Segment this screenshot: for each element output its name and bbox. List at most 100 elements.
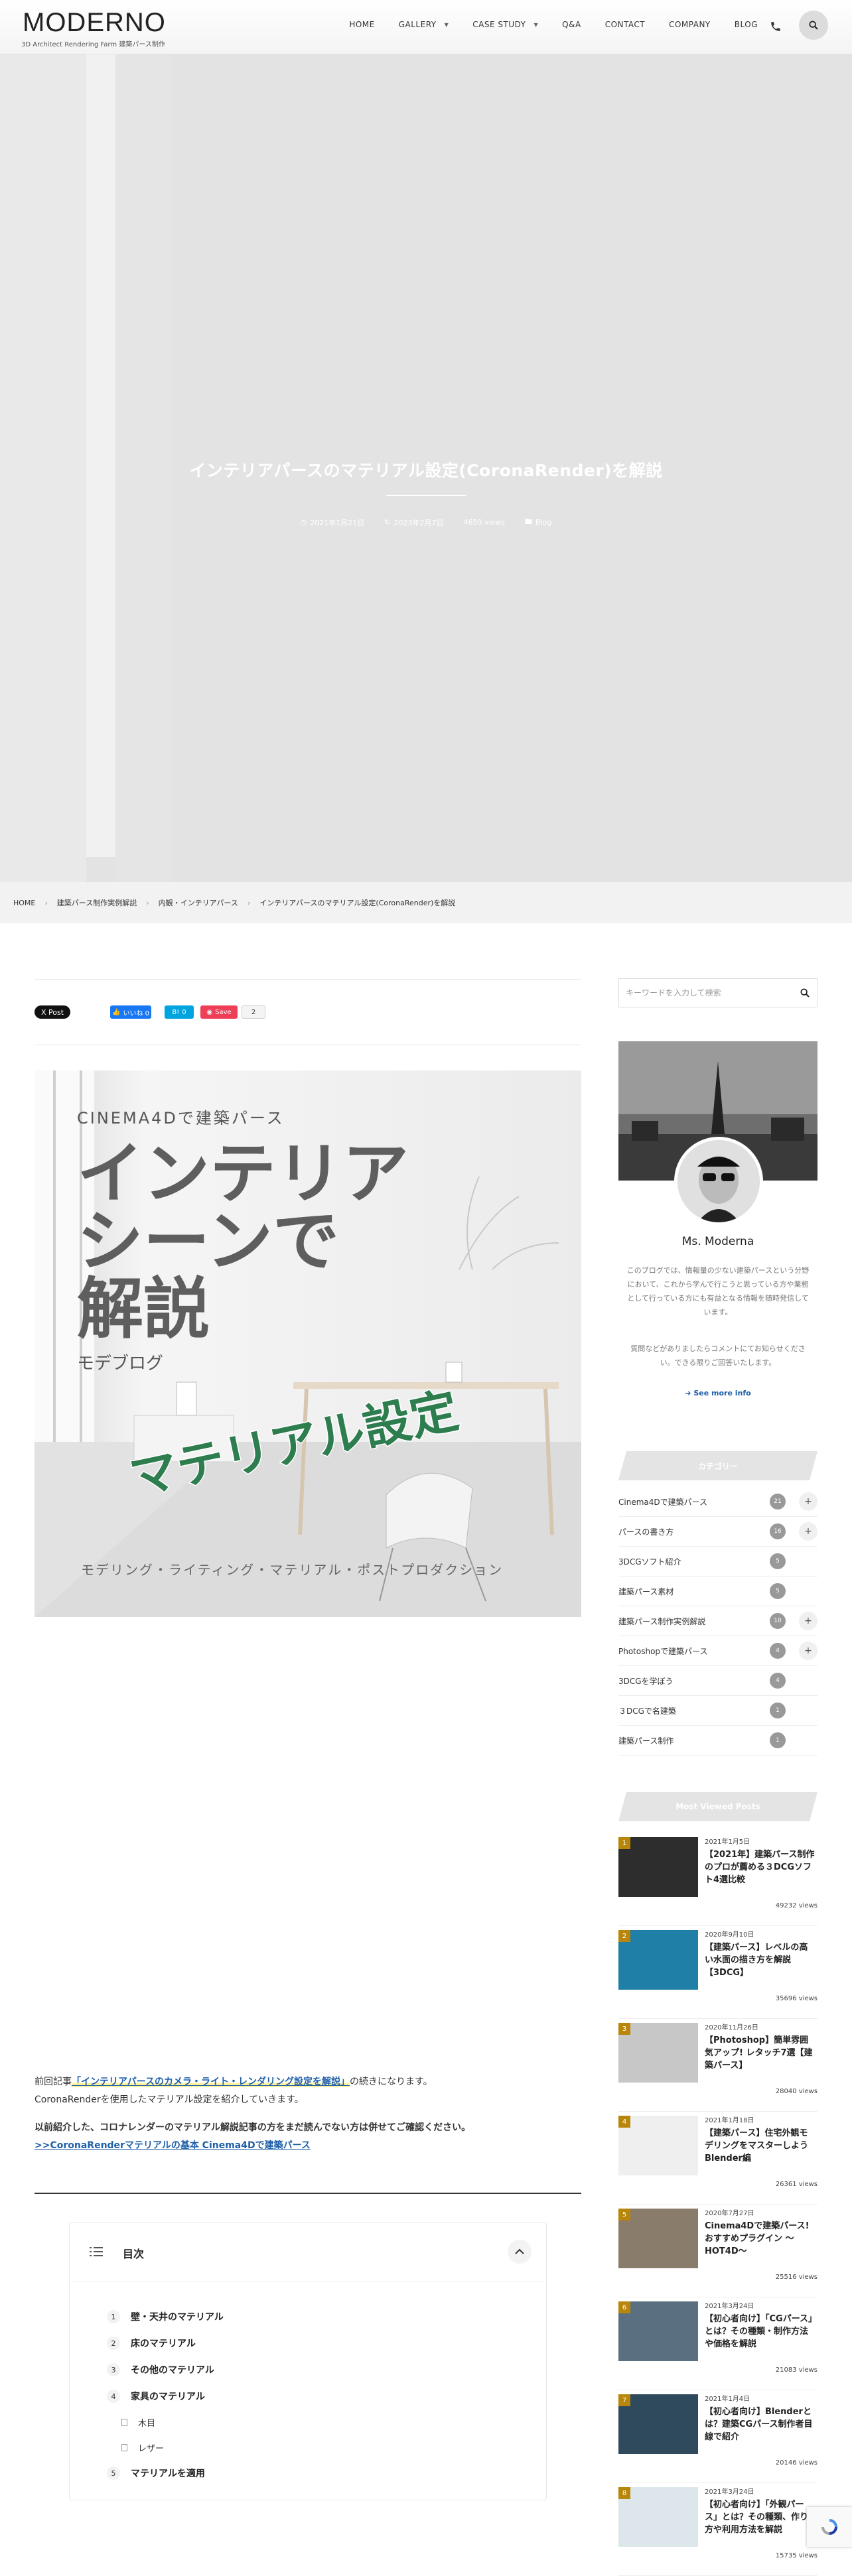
toc-item-label: その他のマテリアル <box>131 2365 214 2376</box>
section-divider <box>35 2193 581 2194</box>
post-title: インテリアパースのマテリアル設定(CoronaRender)を解説 <box>189 461 663 480</box>
pocket-save-button[interactable]: ◉ Save <box>200 1005 238 1019</box>
popular-post-thumbnail[interactable]: 4 <box>618 2116 698 2175</box>
nav-gallery[interactable]: GALLERY ▼ <box>387 20 461 29</box>
nav-case-study[interactable]: CASE STUDY ▼ <box>461 20 550 29</box>
popular-post-title[interactable]: 【初心者向け】「CGパース」とは？その種類・制作方法や価格を解説 <box>705 2313 816 2351</box>
search-icon[interactable] <box>800 988 810 998</box>
popular-post-thumbnail[interactable]: 2 <box>618 1930 698 1990</box>
updated-date-text: 2023年2月7日 <box>393 518 444 527</box>
category-count: 21 <box>770 1494 786 1510</box>
popular-post[interactable]: 8 2021年3月24日 【初心者向け】「外観パース」とは？その種類、作り方や利用方… <box>618 2483 817 2576</box>
popular-post[interactable]: 3 2020年11月26日 【Photoshop】簡単雰囲気アップ! レタッチ7選【… <box>618 2019 817 2112</box>
see-more-label: See more info <box>693 1389 751 1397</box>
toc-subitem[interactable]: レザー <box>121 2435 224 2460</box>
breadcrumb-item[interactable]: 内観・インテリアパース <box>159 897 238 908</box>
toc-item[interactable]: 4 家具のマテリアル <box>107 2383 224 2410</box>
category-count: 4 <box>770 1673 786 1689</box>
see-more-link[interactable]: ➜ See more info <box>618 1389 817 1397</box>
eyecatch-sub: モデブログ <box>77 1354 163 1374</box>
popular-post-thumbnail[interactable]: 7 <box>618 2394 698 2454</box>
popular-post-date: 2020年9月10日 <box>705 1931 754 1939</box>
nav-company[interactable]: COMPANY <box>657 20 723 29</box>
breadcrumb-item[interactable]: 建築パース制作実例解説 <box>57 897 137 908</box>
previous-article-link[interactable]: 「インテリアパースのカメラ・ライト・レンダリング設定を解説」 <box>72 2077 350 2087</box>
popular-post-thumbnail[interactable]: 5 <box>618 2209 698 2268</box>
chevron-up-icon <box>515 2248 524 2254</box>
nav-contact[interactable]: CONTACT <box>593 20 657 29</box>
popular-post-title[interactable]: 【2021年】建築パース制作のプロが薦める３DCGソフト4選比較 <box>705 1849 816 1887</box>
header-search-button[interactable] <box>799 11 828 40</box>
popular-post[interactable]: 5 2020年7月27日 Cinema4Dで建築パース! おすすめプラグイン 〜HO… <box>618 2205 817 2297</box>
popular-post[interactable]: 2 2020年9月10日 【建築パース】レベルの高い水面の描き方を解説【3DCG】 3… <box>618 1926 817 2019</box>
updated-date: ↻ 2023年2月7日 <box>384 516 443 529</box>
toc-item[interactable]: 3 その他のマテリアル <box>107 2356 224 2383</box>
toc-item-label: マテリアルを適用 <box>131 2469 205 2479</box>
toc-collapse-button[interactable] <box>508 2240 532 2264</box>
popular-post[interactable]: 7 2021年1月4日 【初心者向け】Blenderとは？建築CGパース制作者目線で… <box>618 2390 817 2483</box>
rank-badge: 5 <box>618 2209 630 2221</box>
hatena-bookmark-button[interactable]: B! 0 <box>165 1005 194 1019</box>
intro-text: 以前紹介した、コロナレンダーのマテリアル解説記事の方をまだ読んでない方は併せてご… <box>35 2122 471 2133</box>
category-item[interactable]: Cinema4Dで建築パース 21 + <box>618 1487 817 1517</box>
expand-plus-icon[interactable]: + <box>799 1612 817 1630</box>
category-item[interactable]: 3DCGソフト紹介 5 <box>618 1547 817 1577</box>
list-icon <box>90 2247 103 2256</box>
popular-post-title[interactable]: 【建築パース】レベルの高い水面の描き方を解説【3DCG】 <box>705 1942 816 1980</box>
category-count: 1 <box>770 1732 786 1748</box>
popular-post-thumbnail[interactable]: 1 <box>618 1837 698 1897</box>
popular-post-date: 2021年3月24日 <box>705 2303 754 2310</box>
expand-plus-icon[interactable]: + <box>799 1492 817 1511</box>
category-item[interactable]: 建築パース素材 5 <box>618 1577 817 1606</box>
popular-post-title[interactable]: 【建築パース】住宅外観モデリングをマスターしよう Blender編 <box>705 2128 816 2165</box>
material-basics-link[interactable]: >>CoronaRenderマテリアルの基本 Cinema4Dで建築パース <box>35 2140 311 2151</box>
eyecatch-heading-2: シーンで <box>77 1202 339 1280</box>
x-share-button[interactable]: X Post <box>35 1005 70 1019</box>
profile-name: Ms. Moderna <box>681 1235 754 1248</box>
category-label: パースの書き方 <box>618 1527 674 1537</box>
category-label: 建築パース制作実例解説 <box>618 1616 706 1626</box>
site-logo[interactable]: MODERNO <box>23 8 166 38</box>
phone-icon[interactable] <box>770 20 782 33</box>
toc-item-label: 壁・天井のマテリアル <box>131 2312 224 2323</box>
table-of-contents: 目次 1 壁・天井のマテリアル 2 床のマテリアル 3 その他のマテリアル 4 家具のマ… <box>69 2222 547 2500</box>
toc-item[interactable]: 5 マテリアルを適用 <box>107 2460 224 2486</box>
facebook-like-button[interactable]: 👍 いいね 0 <box>110 1005 151 1019</box>
intro-text: の続きになります。 <box>350 2077 433 2087</box>
popular-post-title[interactable]: 【初心者向け】「外観パース」とは？その種類、作り方や利用方法を解説 <box>705 2499 816 2537</box>
popular-post-thumbnail[interactable]: 6 <box>618 2301 698 2361</box>
category-item[interactable]: Photoshopで建築パース 4 + <box>618 1636 817 1666</box>
category-item[interactable]: ３DCGで名建築 1 <box>618 1696 817 1726</box>
popular-post-title[interactable]: 【Photoshop】簡単雰囲気アップ! レタッチ7選【建築パース】 <box>705 2035 816 2073</box>
popular-post[interactable]: 4 2021年1月18日 【建築パース】住宅外観モデリングをマスターしよう Blen… <box>618 2112 817 2205</box>
rank-badge: 6 <box>618 2301 630 2313</box>
nav-qa-label: Q&A <box>562 20 581 29</box>
toc-title: 目次 <box>123 2248 145 2260</box>
category-item[interactable]: パースの書き方 16 + <box>618 1517 817 1547</box>
toc-item[interactable]: 2 床のマテリアル <box>107 2330 224 2356</box>
category-label: 建築パース制作 <box>618 1736 674 1746</box>
nav-qa[interactable]: Q&A <box>550 20 593 29</box>
category-label: Photoshopで建築パース <box>618 1646 708 1656</box>
recaptcha-badge[interactable] <box>807 2507 852 2547</box>
popular-post[interactable]: 6 2021年3月24日【初心者向け】「CGパース」とは？その種類・制作方法や価格… <box>618 2297 817 2390</box>
expand-plus-icon[interactable]: + <box>799 1642 817 1660</box>
toc-subitem[interactable]: 木目 <box>121 2410 224 2435</box>
popular-post-title[interactable]: 【初心者向け】Blenderとは？建築CGパース制作者目線で紹介 <box>705 2406 816 2444</box>
nav-blog[interactable]: BLOG <box>723 20 770 29</box>
category-item[interactable]: 建築パース制作実例解説 10 + <box>618 1606 817 1636</box>
expand-plus-icon[interactable]: + <box>799 1522 817 1541</box>
popular-post-date: 2020年7月27日 <box>705 2210 754 2217</box>
search-input[interactable] <box>626 988 785 998</box>
toc-item[interactable]: 1 壁・天井のマテリアル <box>107 2303 224 2330</box>
category-item[interactable]: 建築パース制作 1 <box>618 1726 817 1756</box>
popular-post[interactable]: 1 2021年1月5日 【2021年】建築パース制作のプロが薦める３DCGソフト4選… <box>618 1833 817 1926</box>
popular-post-title[interactable]: Cinema4Dで建築パース! おすすめプラグイン 〜HOT4D〜 <box>705 2221 816 2258</box>
popular-post-thumbnail[interactable]: 3 <box>618 2023 698 2083</box>
thumbs-up-icon: 👍 <box>112 1008 121 1016</box>
post-category[interactable]: 🖿 Blog <box>525 516 551 529</box>
breadcrumb-home[interactable]: HOME <box>13 899 35 907</box>
popular-post-thumbnail[interactable]: 8 <box>618 2487 698 2547</box>
nav-home[interactable]: HOME <box>337 20 386 29</box>
category-item[interactable]: 3DCGを学ぼう 4 <box>618 1666 817 1696</box>
